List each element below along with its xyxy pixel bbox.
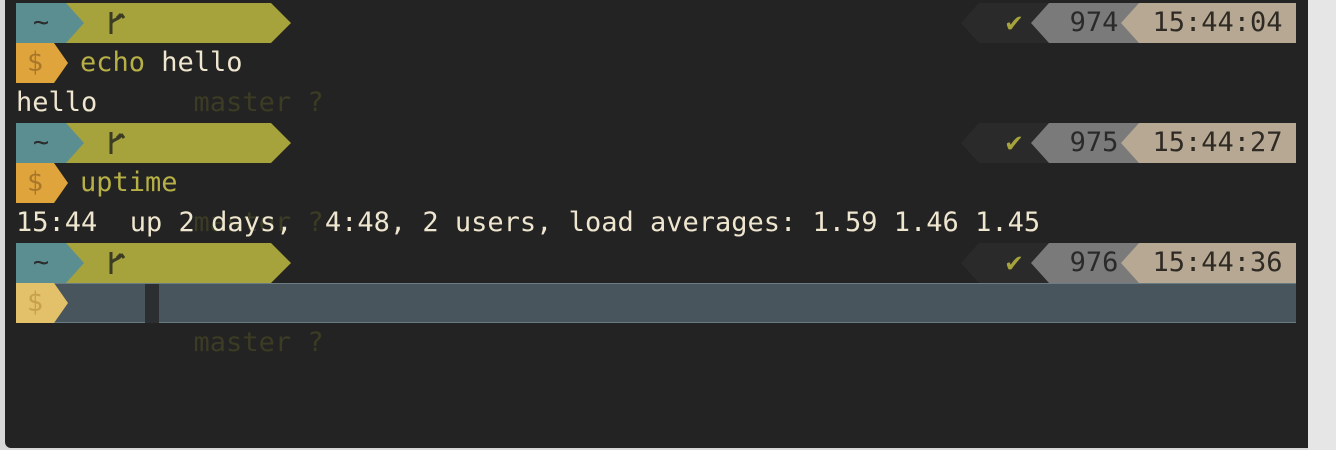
output-line: 15:44 up 2 days, 4:48, 2 users, load ave… xyxy=(16,203,1296,243)
branch-name: master ? xyxy=(193,327,324,358)
terminal-window[interactable]: ~ master ? ✔ 974 15:44:04 $ echo hello h… xyxy=(5,0,1308,448)
dir-segment: ~ xyxy=(16,3,66,43)
branch-arrow xyxy=(271,123,291,163)
active-command-line[interactable]: $ xyxy=(16,283,1296,323)
prompt-time: 15:44:04 xyxy=(1139,3,1296,43)
branch-segment: master ? xyxy=(66,243,324,358)
window-edge xyxy=(1308,0,1336,450)
git-branch-icon xyxy=(109,12,126,34)
dir-arrow xyxy=(66,3,84,43)
active-line-highlight xyxy=(16,283,1296,323)
git-branch-icon xyxy=(109,132,126,154)
prompt-symbol: $ xyxy=(16,163,54,203)
prompt-time: 15:44:27 xyxy=(1139,123,1296,163)
history-arrow xyxy=(1031,123,1049,163)
command-output: hello xyxy=(16,87,98,118)
branch-segment: master ? xyxy=(66,123,324,238)
branch-segment: master ? xyxy=(66,3,324,118)
status-arrow xyxy=(961,243,979,283)
command-output: 15:44 up 2 days, 4:48, 2 users, load ave… xyxy=(16,207,1041,238)
command-text: echo hello xyxy=(80,43,243,83)
time-arrow xyxy=(1121,123,1139,163)
time-arrow xyxy=(1121,3,1139,43)
command-line: $ uptime xyxy=(16,163,1296,203)
prompt-time: 15:44:36 xyxy=(1139,243,1296,283)
branch-arrow xyxy=(271,243,291,283)
prompt-arrow xyxy=(54,163,68,203)
history-arrow xyxy=(1031,243,1049,283)
prompt-line: ~ master ? ✔ 976 15:44:36 xyxy=(16,243,1296,358)
dir-segment: ~ xyxy=(16,243,66,283)
prompt-arrow xyxy=(54,43,68,83)
prompt-symbol: $ xyxy=(16,283,54,323)
command-keyword: echo xyxy=(80,47,146,78)
branch-arrow xyxy=(271,3,291,43)
output-line: hello xyxy=(16,83,1296,123)
prompt-symbol: $ xyxy=(16,43,54,83)
dir-arrow xyxy=(66,123,84,163)
prompt-line: ~ master ? ✔ 974 15:44:04 xyxy=(16,3,1296,118)
command-args: hello xyxy=(145,47,243,78)
command-keyword: uptime xyxy=(80,167,178,198)
text-cursor[interactable] xyxy=(145,284,159,323)
time-arrow xyxy=(1121,243,1139,283)
dir-arrow xyxy=(66,243,84,283)
history-arrow xyxy=(1031,3,1049,43)
git-branch-icon xyxy=(109,252,126,274)
status-arrow xyxy=(961,3,979,43)
prompt-line: ~ master ? ✔ 975 15:44:27 xyxy=(16,123,1296,238)
prompt-arrow xyxy=(54,283,68,323)
command-line: $ echo hello xyxy=(16,43,1296,83)
command-text: uptime xyxy=(80,163,178,203)
dir-segment: ~ xyxy=(16,123,66,163)
status-arrow xyxy=(961,123,979,163)
